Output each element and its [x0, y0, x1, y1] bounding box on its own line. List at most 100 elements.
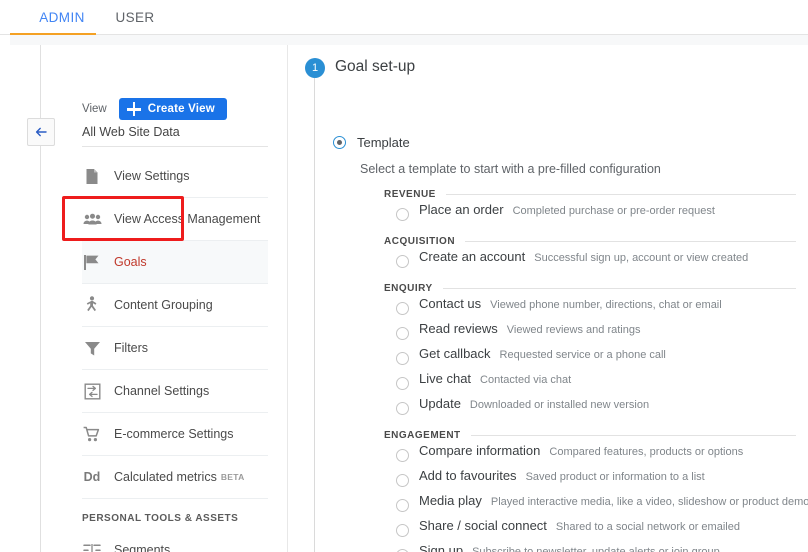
group-rule — [446, 194, 796, 195]
group-rule — [465, 241, 796, 242]
flag-icon — [82, 252, 102, 272]
sidebar-nav-list: View Settings View Access Management — [82, 155, 268, 552]
template-description: Select a template to start with a pre-fi… — [360, 162, 661, 176]
template-option[interactable]: Contact us Viewed phone number, directio… — [384, 296, 796, 321]
option-description: Subscribe to newsletter, update alerts o… — [472, 546, 720, 552]
dd-icon: Dd — [82, 467, 102, 487]
option-description: Downloaded or installed new version — [470, 399, 649, 411]
sidebar-item-ecommerce-settings[interactable]: E-commerce Settings — [82, 413, 268, 456]
option-radio[interactable] — [396, 302, 409, 315]
sidebar-item-goals[interactable]: Goals — [82, 241, 268, 284]
step-badge: 1 — [305, 58, 325, 78]
group-heading-row: ACQUISITION — [384, 236, 796, 247]
group-heading: ENQUIRY — [384, 283, 433, 294]
template-option[interactable]: Get callback Requested service or a phon… — [384, 346, 796, 371]
option-name: Sign up — [419, 543, 463, 552]
sidebar-item-label: Segments — [114, 543, 170, 552]
sidebar-item-label: Filters — [114, 341, 148, 355]
sidebar-scrollbar-track[interactable] — [268, 45, 279, 552]
template-option[interactable]: Place an order Completed purchase or pre… — [384, 202, 796, 227]
group-heading: REVENUE — [384, 189, 436, 200]
admin-page: ADMIN USER View Create View All Web Site… — [0, 0, 808, 552]
group-heading: ENGAGEMENT — [384, 430, 461, 441]
option-name: Read reviews — [419, 321, 498, 336]
template-option[interactable]: Add to favourites Saved product or infor… — [384, 468, 796, 493]
channel-arrows-icon — [82, 381, 102, 401]
sidebar-item-channel-settings[interactable]: Channel Settings — [82, 370, 268, 413]
template-radio[interactable] — [333, 136, 346, 149]
option-name: Update — [419, 396, 461, 411]
page-title: Goal set-up — [335, 58, 415, 76]
option-radio[interactable] — [396, 524, 409, 537]
option-radio[interactable] — [396, 499, 409, 512]
sidebar-item-label: Channel Settings — [114, 384, 209, 398]
option-radio[interactable] — [396, 377, 409, 390]
option-description: Completed purchase or pre-order request — [513, 205, 715, 217]
template-radio-label: Template — [357, 135, 410, 150]
view-label: View — [82, 103, 107, 115]
option-radio[interactable] — [396, 255, 409, 268]
create-view-button[interactable]: Create View — [119, 98, 227, 120]
option-name: Share / social connect — [419, 518, 547, 533]
selected-view-name: All Web Site Data — [82, 125, 268, 147]
option-name: Add to favourites — [419, 468, 517, 483]
beta-badge: BETA — [221, 472, 245, 482]
shopping-cart-icon — [82, 424, 102, 444]
group-heading-row: ENGAGEMENT — [384, 430, 796, 441]
option-description: Saved product or information to a list — [526, 471, 705, 483]
sidebar-item-filters[interactable]: Filters — [82, 327, 268, 370]
sidebar-item-label: Content Grouping — [114, 298, 213, 312]
sidebar-item-view-access-management[interactable]: View Access Management — [82, 198, 268, 241]
sidebar-item-label: E-commerce Settings — [114, 427, 233, 441]
back-button[interactable] — [27, 118, 55, 146]
option-description: Viewed reviews and ratings — [507, 324, 641, 336]
option-name: Get callback — [419, 346, 491, 361]
sidebar-item-label: Goals — [114, 255, 147, 269]
template-option[interactable]: Read reviews Viewed reviews and ratings — [384, 321, 796, 346]
create-view-button-label: Create View — [148, 103, 215, 115]
template-option[interactable]: Share / social connect Shared to a socia… — [384, 518, 796, 543]
group-rule — [471, 435, 796, 436]
option-radio[interactable] — [396, 327, 409, 340]
option-radio[interactable] — [396, 449, 409, 462]
template-groups: REVENUE Place an order Completed purchas… — [384, 189, 796, 552]
option-name: Place an order — [419, 202, 504, 217]
option-radio[interactable] — [396, 474, 409, 487]
person-walking-icon — [82, 295, 102, 315]
tab-user[interactable]: USER — [110, 0, 160, 35]
option-radio[interactable] — [396, 352, 409, 365]
option-name: Create an account — [419, 249, 525, 264]
sidebar-item-view-settings[interactable]: View Settings — [82, 155, 268, 198]
option-name: Compare information — [419, 443, 540, 458]
view-header-row: View Create View — [82, 98, 227, 120]
template-option[interactable]: Media play Played interactive media, lik… — [384, 493, 796, 518]
sidebar-item-calculated-metrics[interactable]: Dd Calculated metrics BETA — [82, 456, 268, 499]
option-description: Played interactive media, like a video, … — [491, 496, 808, 508]
template-option[interactable]: Update Downloaded or installed new versi… — [384, 396, 796, 421]
option-radio[interactable] — [396, 402, 409, 415]
sub-bar-left-gap — [0, 35, 10, 45]
template-group-acquisition: ACQUISITION Create an account Successful… — [384, 236, 796, 274]
option-description: Compared features, products or options — [549, 446, 743, 458]
group-heading-row: ENQUIRY — [384, 283, 796, 294]
funnel-icon — [82, 338, 102, 358]
sidebar-item-content-grouping[interactable]: Content Grouping — [82, 284, 268, 327]
plus-icon — [127, 102, 141, 116]
step-connector-line — [314, 78, 315, 552]
template-option[interactable]: Create an account Successful sign up, ac… — [384, 249, 796, 274]
option-name: Live chat — [419, 371, 471, 386]
sidebar-item-label: Calculated metrics — [114, 470, 217, 484]
option-description: Successful sign up, account or view crea… — [534, 252, 748, 264]
group-heading-row: REVENUE — [384, 189, 796, 200]
top-tab-bar: ADMIN USER — [0, 0, 808, 35]
option-description: Requested service or a phone call — [500, 349, 666, 361]
template-option[interactable]: Sign up Subscribe to newsletter, update … — [384, 543, 796, 552]
template-option[interactable]: Compare information Compared features, p… — [384, 443, 796, 468]
template-group-revenue: REVENUE Place an order Completed purchas… — [384, 189, 796, 227]
template-radio-row[interactable]: Template — [333, 135, 410, 150]
sidebar-item-segments[interactable]: Segments — [82, 529, 268, 552]
template-group-enquiry: ENQUIRY Contact us Viewed phone number, … — [384, 283, 796, 421]
template-option[interactable]: Live chat Contacted via chat — [384, 371, 796, 396]
option-radio[interactable] — [396, 208, 409, 221]
tab-admin[interactable]: ADMIN — [28, 0, 96, 35]
